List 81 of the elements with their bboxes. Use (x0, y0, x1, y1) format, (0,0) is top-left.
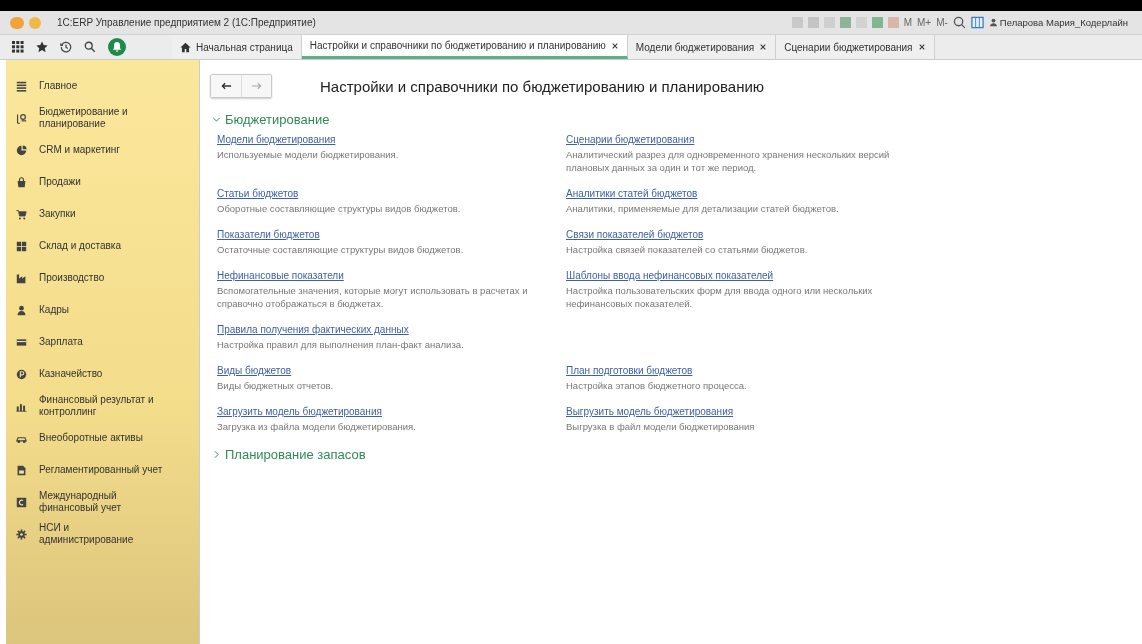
back-button[interactable] (211, 75, 241, 97)
card-icon (16, 336, 27, 348)
settings-icon (16, 528, 27, 540)
link[interactable]: Выгрузить модель бюджетирования (566, 406, 734, 417)
menu-lines-icon (16, 80, 27, 92)
sidebar-item[interactable]: Главное (6, 70, 199, 102)
sidebar-item[interactable]: Международный финансовый учет (6, 486, 199, 518)
chevron-down-icon (212, 115, 221, 124)
budget-chart-icon (16, 112, 27, 124)
link[interactable]: Показатели бюджетов (217, 229, 320, 240)
boxes-icon (16, 240, 27, 252)
cart-icon (16, 208, 27, 220)
book-icon (16, 496, 27, 508)
section-header[interactable]: Планирование запасов (212, 447, 366, 462)
description-text: Загрузка из файла модели бюджетирования. (217, 420, 417, 433)
sidebar-item[interactable]: Казначейство (6, 358, 199, 390)
user-name[interactable]: Пеларова Мария_Кодерлайн (999, 17, 1128, 28)
link[interactable]: Сценарии бюджетирования (566, 134, 695, 145)
memory-button[interactable]: M+ (917, 17, 932, 28)
close-icon (610, 41, 619, 50)
arrow-right-icon (251, 82, 262, 90)
description-text: Настройка этапов бюджетного процесса. (566, 379, 748, 392)
sidebar-item[interactable]: НСИ и администрирование (6, 518, 199, 550)
window-title: 1С:ERP Управление предприятием 2 (1С:Предприятие) (57, 17, 317, 28)
factory-icon (16, 272, 27, 284)
sidebar-item[interactable]: Бюджетирование и планирование (6, 102, 199, 134)
link[interactable]: Связи показателей бюджетов (566, 229, 704, 240)
tab[interactable]: Настройки и справочники по бюджетированию и планированию (301, 35, 628, 59)
description-text: Аналитический разрез для одновременного хранения нескольких версий плановых данных за один и тот же период. (566, 148, 891, 174)
sidebar-item[interactable]: Продажи (6, 166, 199, 198)
coin-icon (16, 368, 27, 380)
sidebar-item[interactable]: Производство (6, 262, 199, 294)
zoom-icon (952, 16, 966, 29)
link[interactable]: Правила получения фактических данных (217, 324, 409, 335)
description-text: Используемые модели бюджетирования. (217, 148, 400, 161)
page-title: Настройки и справочники по бюджетированию и планированию (320, 77, 765, 95)
star-icon[interactable] (36, 41, 48, 53)
link[interactable]: Нефинансовые показатели (217, 270, 344, 281)
shopping-bag-icon (16, 176, 27, 188)
description-text: Настройка правил для выполнения план-факт анализа. (217, 338, 465, 351)
history-icon[interactable] (60, 41, 72, 53)
description-text: Выгрузка в файл модели бюджетирования (566, 420, 756, 433)
main-menu-button[interactable] (29, 16, 41, 29)
close-icon (759, 43, 768, 51)
description-text: Оборотные составляющие структуры видов бюджетов. (217, 202, 462, 215)
apps-grid-icon[interactable] (12, 41, 24, 53)
link[interactable]: Модели бюджетирования (217, 134, 336, 145)
link[interactable]: Шаблоны ввода нефинансовых показателей (566, 270, 774, 281)
link[interactable]: План подготовки бюджетов (566, 365, 693, 376)
sidebar-item[interactable]: Регламентированный учет (6, 454, 199, 486)
arrow-left-icon (220, 82, 232, 90)
link[interactable]: Загрузить модель бюджетирования (217, 406, 382, 417)
description-text: Вспомогательные значения, которые могут использовать в расчетах и справочно отображаться в бюджетах. (217, 284, 529, 310)
app-logo[interactable] (10, 16, 24, 29)
pie-chart-icon (16, 144, 27, 156)
sidebar-item[interactable]: Зарплата (6, 326, 199, 358)
sidebar-item[interactable]: Кадры (6, 294, 199, 326)
chevron-right-icon (212, 450, 221, 459)
close-icon (917, 43, 926, 51)
description-text: Аналитики, применяемые для детализации статей бюджетов. (566, 202, 840, 215)
link[interactable]: Виды бюджетов (217, 365, 292, 376)
notification-bell-icon[interactable] (108, 38, 126, 56)
memory-button[interactable]: M (903, 17, 912, 28)
link[interactable]: Аналитики статей бюджетов (566, 188, 698, 199)
sidebar-item[interactable]: CRM и маркетинг (6, 134, 199, 166)
description-text: Настройка пользовательских форм для ввода одного или нескольких нефинансовых показателей. (566, 284, 874, 310)
sidebar-item[interactable]: Склад и доставка (6, 230, 199, 262)
person-icon (16, 304, 27, 316)
description-text: Настройка связей показателей со статьями бюджетов. (566, 243, 809, 256)
link[interactable]: Статьи бюджетов (217, 188, 299, 199)
description-text: Остаточные составляющие структуры видов бюджетов. (217, 243, 465, 256)
home-icon (180, 41, 191, 53)
memory-button[interactable]: M- (936, 17, 948, 28)
user-icon (988, 18, 998, 27)
search-icon[interactable] (84, 41, 96, 53)
sidebar-item[interactable]: Финансовый результат и контроллинг (6, 390, 199, 422)
panel-icon (970, 16, 984, 29)
section-header[interactable]: Бюджетирование (212, 112, 330, 127)
sidebar-item[interactable]: Закупки (6, 198, 199, 230)
description-text: Виды бюджетных отчетов. (217, 379, 335, 392)
sidebar-item[interactable]: Внеоборотные активы (6, 422, 199, 454)
